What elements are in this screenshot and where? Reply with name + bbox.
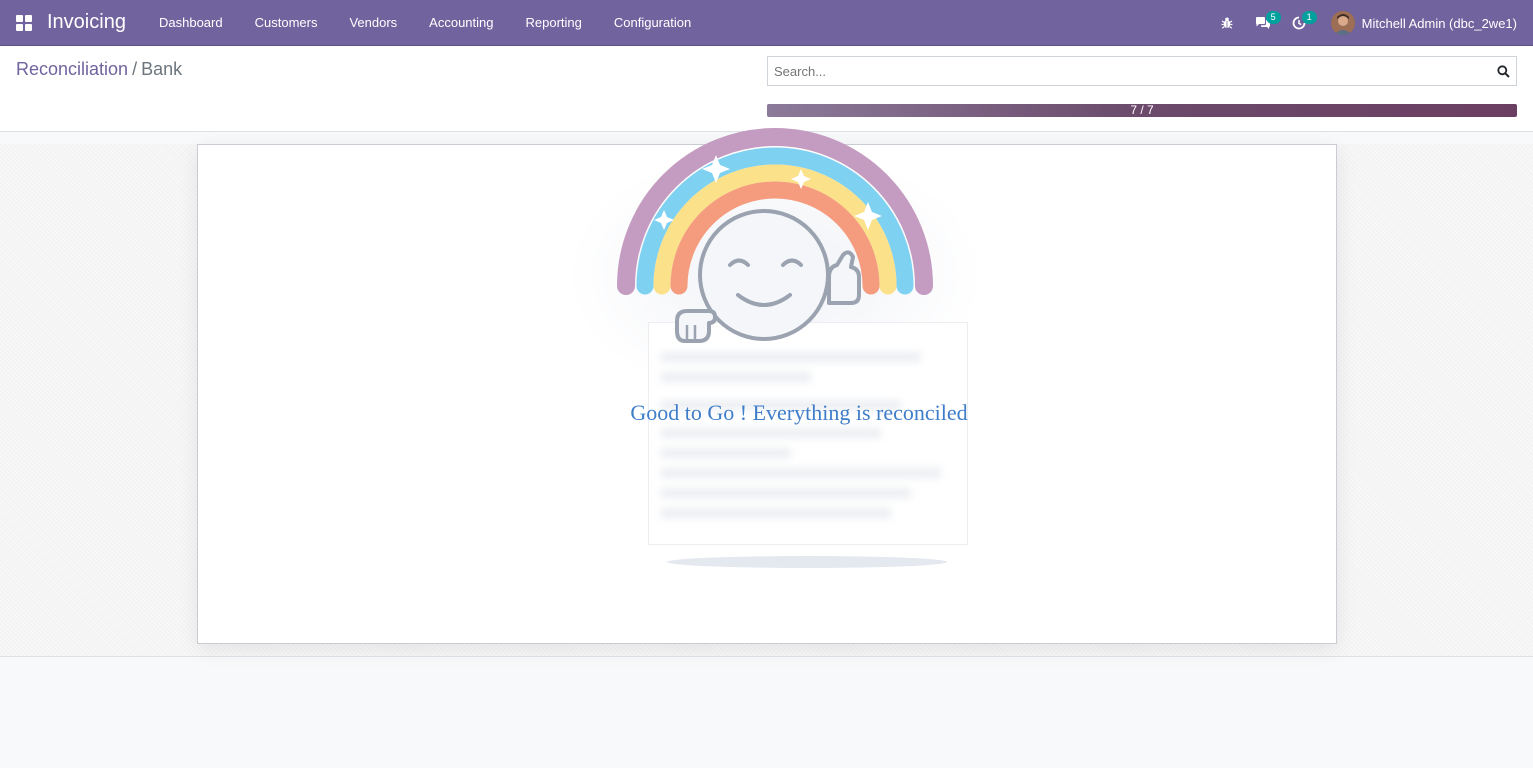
apps-grid-icon[interactable] bbox=[16, 15, 32, 31]
progress-label: 7 / 7 bbox=[1130, 104, 1154, 117]
breadcrumb-separator: / bbox=[132, 59, 138, 79]
reconciliation-progress-bar: 7 / 7 bbox=[767, 104, 1517, 117]
search-bar bbox=[767, 56, 1517, 86]
menu-item-dashboard[interactable]: Dashboard bbox=[143, 0, 239, 46]
reconciliation-done-panel: Good to Go ! Everything is reconciled bbox=[197, 128, 1337, 644]
menu-item-customers[interactable]: Customers bbox=[239, 0, 334, 46]
menu-item-configuration[interactable]: Configuration bbox=[598, 0, 707, 46]
rainbow-smiley-icon bbox=[617, 128, 933, 343]
user-avatar bbox=[1330, 11, 1355, 35]
main-menu: Dashboard Customers Vendors Accounting R… bbox=[143, 0, 707, 46]
debug-menu[interactable] bbox=[1209, 0, 1245, 46]
celebration-illustration bbox=[565, 125, 985, 575]
search-input[interactable] bbox=[768, 57, 1490, 85]
breadcrumb-bank: Bank bbox=[141, 59, 183, 79]
reconciled-message: Good to Go ! Everything is reconciled bbox=[630, 400, 968, 425]
activities-count-badge: 1 bbox=[1301, 11, 1317, 24]
systray: 5 1 Mitchell Admin (dbc_2we1) bbox=[1209, 0, 1533, 46]
control-panel: Reconciliation / Bank 7 / 7 bbox=[0, 46, 1533, 132]
messages-count-badge: 5 bbox=[1265, 11, 1281, 24]
messaging-menu[interactable]: 5 bbox=[1245, 0, 1281, 46]
app-brand[interactable]: Invoicing bbox=[47, 11, 126, 34]
menu-item-reporting[interactable]: Reporting bbox=[510, 0, 598, 46]
content-area: Good to Go ! Everything is reconciled bbox=[0, 128, 1533, 657]
menu-item-vendors[interactable]: Vendors bbox=[333, 0, 413, 46]
search-icon[interactable] bbox=[1490, 57, 1516, 85]
breadcrumb-reconciliation[interactable]: Reconciliation bbox=[16, 59, 128, 80]
top-navbar: Invoicing Dashboard Customers Vendors Ac… bbox=[0, 0, 1533, 46]
bug-icon bbox=[1221, 17, 1233, 29]
user-name: Mitchell Admin (dbc_2we1) bbox=[1361, 15, 1517, 31]
breadcrumb: Reconciliation / Bank bbox=[16, 59, 182, 80]
user-menu[interactable]: Mitchell Admin (dbc_2we1) bbox=[1317, 0, 1533, 46]
activity-menu[interactable]: 1 bbox=[1281, 0, 1317, 46]
menu-item-accounting[interactable]: Accounting bbox=[413, 0, 509, 46]
